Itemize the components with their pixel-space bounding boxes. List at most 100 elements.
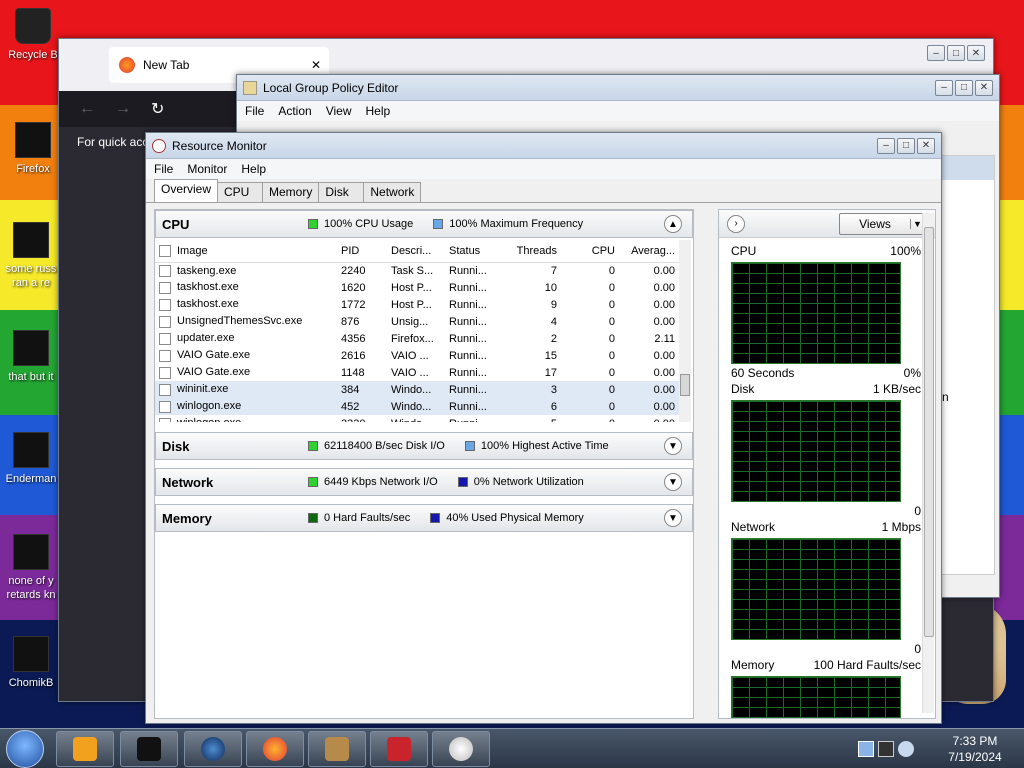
tab-network[interactable]: Network <box>363 182 422 202</box>
desktop-file-icon[interactable]: some russ ran a re <box>2 222 60 290</box>
maximize-button[interactable]: □ <box>897 137 915 154</box>
collapse-chevron-icon[interactable]: ▲ <box>664 215 682 233</box>
memory-section-name: Memory <box>162 510 212 526</box>
close-button[interactable]: ✕ <box>917 137 935 154</box>
volume-tray-icon[interactable] <box>898 741 914 757</box>
close-tab-icon[interactable]: ✕ <box>311 58 321 72</box>
media-player-icon <box>73 737 97 761</box>
back-icon[interactable]: ← <box>79 100 95 118</box>
expand-chevron-icon[interactable]: ▼ <box>664 473 682 491</box>
column-cpu[interactable]: CPU <box>561 240 619 262</box>
reload-icon[interactable]: ↻ <box>151 99 164 119</box>
row-checkbox[interactable] <box>159 281 171 294</box>
scrollbar-thumb[interactable] <box>680 374 690 396</box>
chomik-icon[interactable]: ChomikB <box>2 636 60 690</box>
menu-help[interactable]: Help <box>241 162 266 176</box>
forward-icon[interactable]: → <box>115 100 131 118</box>
row-checkbox[interactable] <box>159 366 171 379</box>
table-row[interactable]: VAIO Gate.exe 1148 VAIO ... Runni... 17 0 0.00 <box>155 364 679 381</box>
column-average[interactable]: Averag... <box>619 240 679 262</box>
firefox-image <box>15 122 51 158</box>
scrollbar-thumb[interactable] <box>924 227 934 637</box>
desktop-icon-label: none of y retards kn <box>6 575 56 601</box>
menu-help[interactable]: Help <box>366 104 391 118</box>
minimize-button[interactable]: – <box>927 45 945 61</box>
table-scrollbar[interactable] <box>679 240 691 422</box>
column-description[interactable]: Descri... <box>387 240 445 262</box>
tab-disk[interactable]: Disk <box>318 182 365 202</box>
proc-cpu: 0 <box>608 298 615 311</box>
row-checkbox[interactable] <box>159 417 171 422</box>
table-row[interactable]: UnsignedThemesSvc.exe 876 Unsig... Runni...… <box>155 313 679 330</box>
close-button[interactable]: ✕ <box>975 79 993 96</box>
column-status[interactable]: Status <box>445 240 503 262</box>
views-dropdown[interactable]: Views ▼ <box>839 212 925 235</box>
row-checkbox[interactable] <box>159 264 171 277</box>
proc-image-name: UnsignedThemesSvc.exe <box>177 315 303 328</box>
maximize-button[interactable]: □ <box>947 45 965 61</box>
table-row[interactable]: taskeng.exe 2240 Task S... Runni... 7 0 0.00 <box>155 262 679 279</box>
row-checkbox[interactable] <box>159 315 171 328</box>
taskbar-media-player[interactable] <box>56 731 114 767</box>
select-all-checkbox[interactable] <box>159 244 171 257</box>
table-row[interactable]: taskhost.exe 1772 Host P... Runni... 9 0 0.00 <box>155 296 679 313</box>
taskbar-app[interactable] <box>120 731 178 767</box>
proc-image-name: wininit.exe <box>177 383 229 396</box>
proc-threads: 15 <box>544 349 557 362</box>
minimize-button[interactable]: – <box>935 79 953 96</box>
maximize-button[interactable]: □ <box>955 79 973 96</box>
start-button[interactable] <box>6 730 44 768</box>
table-row[interactable]: winlogon.exe 452 Windo... Runni... 6 0 0.00 <box>155 398 679 415</box>
table-row[interactable]: updater.exe 4356 Firefox... Runni... 2 0 2.11 <box>155 330 679 347</box>
row-checkbox[interactable] <box>159 383 171 396</box>
overview-left-pane: CPU 100% CPU Usage 100% Maximum Frequenc… <box>154 209 694 719</box>
taskbar-chomik[interactable] <box>308 731 366 767</box>
row-checkbox[interactable] <box>159 400 171 413</box>
taskbar-toolbox[interactable] <box>370 731 428 767</box>
table-row[interactable]: wininit.exe 384 Windo... Runni... 3 0 0.00 <box>155 381 679 398</box>
monitor-tray-icon[interactable] <box>878 741 894 757</box>
enderman-icon[interactable]: Enderman <box>2 432 60 486</box>
menu-monitor[interactable]: Monitor <box>187 162 227 176</box>
table-row[interactable]: winlogon.exe 3330Windo...Runni...500.00 <box>155 415 679 422</box>
minimize-button[interactable]: – <box>877 137 895 154</box>
taskbar-firefox[interactable] <box>246 731 304 767</box>
expand-chevron-icon[interactable]: ▼ <box>664 509 682 527</box>
taskbar-resource-monitor[interactable] <box>432 731 490 767</box>
firefox-desktop-icon[interactable]: Firefox <box>4 122 62 176</box>
cpu-graph <box>731 262 901 364</box>
expand-right-icon[interactable]: › <box>727 214 745 233</box>
proc-description: Host P... <box>391 298 432 311</box>
clock[interactable]: 7:33 PM 7/19/2024 <box>936 733 1014 765</box>
table-row[interactable]: taskhost.exe 1620 Host P... Runni... 10 0 0.00 <box>155 279 679 296</box>
tab-overview[interactable]: Overview <box>154 179 219 202</box>
taskbar-globe[interactable] <box>184 731 242 767</box>
menu-view[interactable]: View <box>326 104 352 118</box>
cpu-section-header[interactable]: CPU 100% CPU Usage 100% Maximum Frequenc… <box>155 210 693 238</box>
expand-chevron-icon[interactable]: ▼ <box>664 437 682 455</box>
column-threads[interactable]: Threads <box>503 240 561 262</box>
menu-file[interactable]: File <box>154 162 173 176</box>
table-row[interactable]: VAIO Gate.exe 2616 VAIO ... Runni... 15 0 0.00 <box>155 347 679 364</box>
resource-monitor-window[interactable]: Resource Monitor – □ ✕ File Monitor Help… <box>145 132 942 724</box>
row-checkbox[interactable] <box>159 332 171 345</box>
recycle-bin-icon[interactable]: Recycle B <box>4 8 62 62</box>
graph-pane-scrollbar[interactable] <box>922 213 934 713</box>
network-tray-icon[interactable] <box>858 741 874 757</box>
row-checkbox[interactable] <box>159 298 171 311</box>
menu-action[interactable]: Action <box>278 104 311 118</box>
row-checkbox[interactable] <box>159 349 171 362</box>
desktop-file-icon[interactable]: that but it <box>2 330 60 384</box>
proc-status: Runni... <box>449 315 487 328</box>
memory-section-header[interactable]: Memory 0 Hard Faults/sec 40% Used Physic… <box>155 504 693 532</box>
menu-file[interactable]: File <box>245 104 264 118</box>
disk-section-header[interactable]: Disk 62118400 B/sec Disk I/O 100% Highes… <box>155 432 693 460</box>
proc-cpu: 0 <box>608 400 615 413</box>
network-section-header[interactable]: Network 6449 Kbps Network I/O 0% Network… <box>155 468 693 496</box>
column-image[interactable]: Image <box>155 240 337 262</box>
tab-cpu[interactable]: CPU <box>217 182 264 202</box>
desktop-file-icon[interactable]: none of y retards kn <box>2 534 60 602</box>
tab-memory[interactable]: Memory <box>262 182 320 202</box>
column-pid[interactable]: PID <box>337 240 387 262</box>
close-button[interactable]: ✕ <box>967 45 985 61</box>
